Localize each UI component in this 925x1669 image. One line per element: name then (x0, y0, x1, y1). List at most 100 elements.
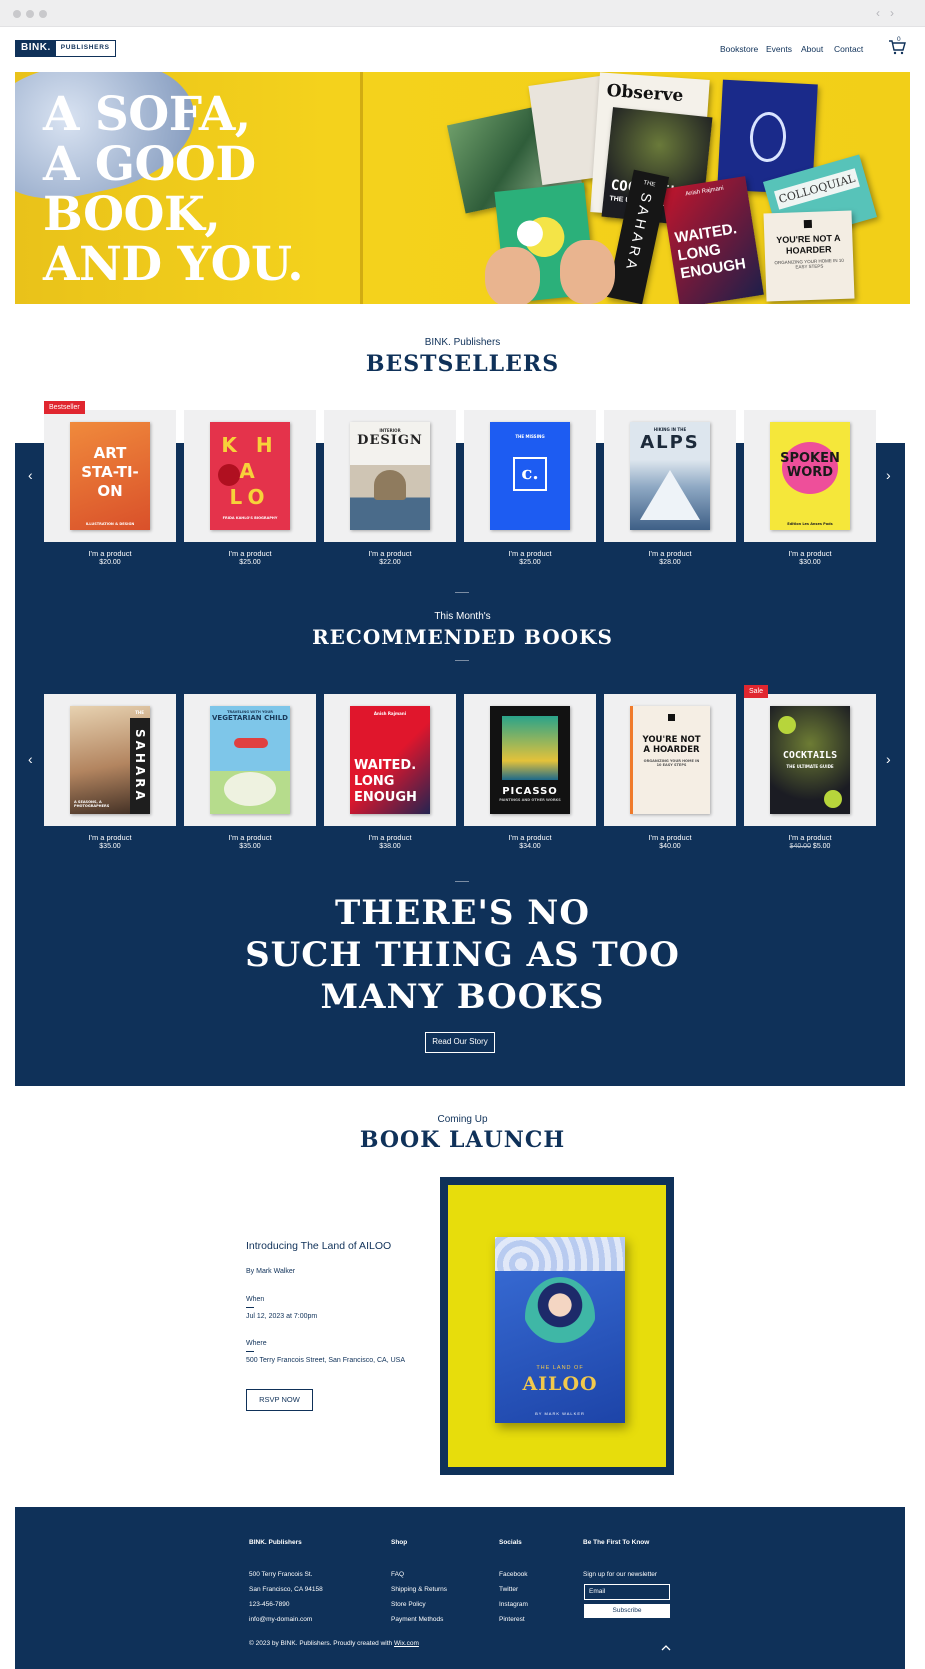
bestsellers-prev-icon[interactable]: ‹ (28, 468, 33, 482)
cover-subtitle: FRIDA KAHLO'S BIOGRAPHY (222, 516, 278, 520)
product-card[interactable]: K H A LO FRIDA KAHLO'S BIOGRAPHY (184, 410, 316, 542)
read-our-story-button[interactable]: Read Our Story (425, 1032, 495, 1053)
hero-headline: A SOFA, A GOOD BOOK, AND YOU. (43, 87, 304, 292)
footer-email[interactable]: info@my-domain.com (249, 1616, 312, 1623)
product-price: $28.00 (659, 559, 681, 566)
sale-badge: Sale (744, 685, 769, 698)
footer-phone: 123-456-7890 (249, 1601, 290, 1608)
product-price: $20.00 (99, 559, 121, 566)
product-name[interactable]: I'm a product (604, 833, 736, 842)
book-cover: YOU'RE NOT A HOARDER ORGANIZING YOUR HOM… (630, 706, 710, 814)
product-card[interactable]: Sale COCKTAILS THE ULTIMATE GUIDE (744, 685, 876, 826)
product-card[interactable]: Anish Rajmani WAITED. LONG ENOUGH (324, 694, 456, 826)
lime-image (778, 716, 796, 734)
footer-link-instagram[interactable]: Instagram (499, 1601, 528, 1608)
hero-line: BOOK, (43, 187, 221, 242)
nav-bookstore[interactable]: Bookstore (720, 44, 758, 54)
footer-link-payment[interactable]: Payment Methods (391, 1616, 443, 1623)
cover-title: c. (513, 457, 547, 491)
product-card[interactable]: SPOKEN WORD Edition Les Anses Pods (744, 410, 876, 542)
product-name[interactable]: I'm a product (464, 833, 596, 842)
nav-about[interactable]: About (801, 44, 823, 54)
bestsellers-next-icon[interactable]: › (886, 468, 891, 482)
newsletter-heading: Be The First To Know (583, 1539, 650, 1546)
story-headline: THERE'S NO SUCH THING AS TOO MANY BOOKS (0, 892, 925, 1018)
cover-title: PICASSO (502, 786, 558, 797)
product-name[interactable]: I'm a product (324, 833, 456, 842)
product-name[interactable]: I'm a product (604, 549, 736, 558)
book-cover: THE MISSING c. (490, 422, 570, 530)
footer-address-line: San Francisco, CA 94158 (249, 1586, 323, 1593)
wix-link[interactable]: Wix.com (394, 1640, 419, 1647)
nav-contact[interactable]: Contact (834, 44, 863, 54)
window-dot-icon (39, 10, 47, 18)
product-name[interactable]: I'm a product (184, 549, 316, 558)
product-name[interactable]: I'm a product (744, 833, 876, 842)
cover-author: BY MARK WALKER (535, 1411, 585, 1416)
product-name[interactable]: I'm a product (464, 549, 596, 558)
site-footer: BINK. Publishers 500 Terry Francois St. … (15, 1507, 905, 1669)
book-cover: Anish Rajmani WAITED. LONG ENOUGH (350, 706, 430, 814)
footer-link-shipping[interactable]: Shipping & Returns (391, 1586, 447, 1593)
site-logo[interactable]: BINK. PUBLISHERS (15, 40, 116, 57)
ailoo-book-cover: THE LAND OF AILOO BY MARK WALKER (495, 1237, 625, 1423)
cart-count: 0 (897, 36, 901, 43)
product-card[interactable]: TRAVELING WITH YOUR VEGETARIAN CHILD (184, 694, 316, 826)
product-name[interactable]: I'm a product (44, 549, 176, 558)
product-price: $35.00 (99, 843, 121, 850)
product-card[interactable]: Bestseller ART STA-TI-ON ILLUSTRATION & … (44, 401, 176, 542)
cover-title: ALPS (640, 432, 700, 453)
product-card[interactable]: HIKING IN THE ALPS (604, 410, 736, 542)
product-name[interactable]: I'm a product (44, 833, 176, 842)
product-card[interactable]: YOU'RE NOT A HOARDER ORGANIZING YOUR HOM… (604, 694, 736, 826)
launch-image: THE LAND OF AILOO BY MARK WALKER (448, 1185, 666, 1467)
recommended-title: RECOMMENDED BOOKS (312, 625, 613, 649)
back-to-top-icon[interactable] (660, 1641, 672, 1653)
window-dot-icon (13, 10, 21, 18)
product-card[interactable]: THE MISSING c. (464, 410, 596, 542)
recommended-prev-icon[interactable]: ‹ (28, 752, 33, 766)
footer-link-pinterest[interactable]: Pinterest (499, 1616, 525, 1623)
product-card[interactable]: PICASSO PAINTINGS AND OTHER WORKS (464, 694, 596, 826)
cover-title: YOU'RE NOT A HOARDER (642, 735, 701, 755)
product-card[interactable]: THE SAHARA A SEASONS, A PHOTOGRAPHERS (44, 694, 176, 826)
launch-kicker: Coming Up (437, 1114, 488, 1125)
event-title: Introducing The Land of AILOO (246, 1240, 392, 1252)
cover-subtitle: PAINTINGS AND OTHER WORKS (499, 798, 561, 802)
footer-link-faq[interactable]: FAQ (391, 1571, 404, 1578)
nav-events[interactable]: Events (766, 44, 792, 54)
hero-line: AND YOU. (43, 237, 304, 292)
label-rule (246, 1307, 254, 1308)
newsletter-email-input[interactable]: Email (584, 1584, 670, 1600)
product-name[interactable]: I'm a product (184, 833, 316, 842)
cover-title: VEGETARIAN CHILD (212, 714, 288, 722)
copyright-text: © 2023 by BINK. Publishers. Proudly crea… (249, 1640, 419, 1647)
chevron-left-icon[interactable]: ‹ (876, 6, 880, 20)
footer-link-twitter[interactable]: Twitter (499, 1586, 518, 1593)
rose-image (218, 464, 240, 486)
hero-book-hoarder: YOU'RE NOT A HOARDER ORGANIZING YOUR HOM… (763, 210, 855, 302)
product-card[interactable]: INTERIOR DESIGN (324, 410, 456, 542)
cover-subtitle: A SEASONS, A PHOTOGRAPHERS (74, 800, 110, 808)
footer-shop-heading: Shop (391, 1539, 408, 1546)
portrait-image (502, 716, 558, 780)
chevron-right-icon[interactable]: › (890, 6, 894, 20)
recommended-next-icon[interactable]: › (886, 752, 891, 766)
subscribe-button[interactable]: Subscribe (584, 1604, 670, 1618)
cover-subtitle: THE MISSING (515, 434, 545, 439)
footer-link-facebook[interactable]: Facebook (499, 1571, 528, 1578)
cart-icon[interactable]: 0 (888, 36, 906, 56)
footer-link-store-policy[interactable]: Store Policy (391, 1601, 426, 1608)
rsvp-button[interactable]: RSVP NOW (246, 1389, 313, 1411)
divider (455, 592, 469, 593)
product-price: $25.00 (239, 559, 261, 566)
book-title: WAITED. LONG ENOUGH (673, 220, 747, 283)
hero-line: A SOFA, (43, 87, 251, 142)
page: ‹ › BINK. PUBLISHERS Bookstore Events Ab… (0, 0, 925, 1669)
product-price: $35.00 (239, 843, 261, 850)
browser-chrome: ‹ › (0, 0, 925, 27)
story-line: MANY BOOKS (320, 977, 605, 1017)
cover-author: Anish Rajmani (373, 711, 407, 716)
product-name[interactable]: I'm a product (744, 549, 876, 558)
product-name[interactable]: I'm a product (324, 549, 456, 558)
